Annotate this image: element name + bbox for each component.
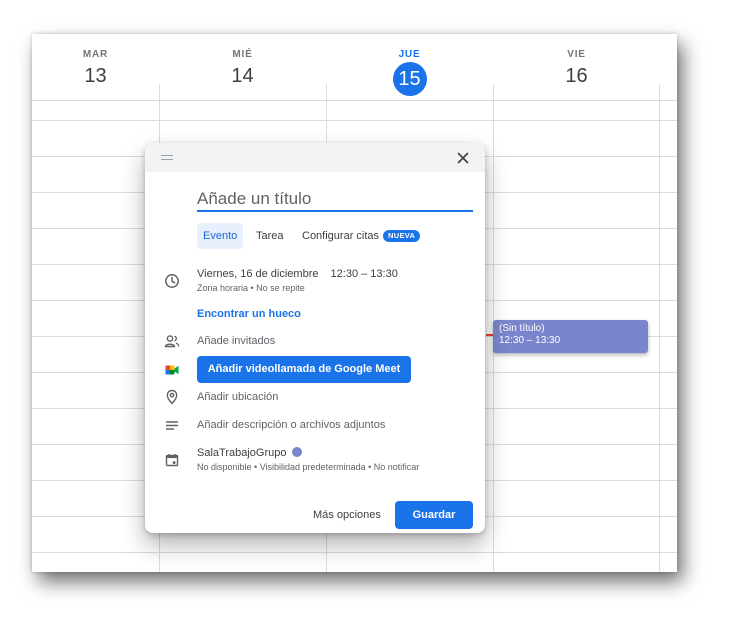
event-date[interactable]: Viernes, 16 de diciembre	[197, 268, 318, 280]
day-header-tue[interactable]: MAR 13	[32, 34, 159, 100]
day-number[interactable]: 14	[159, 64, 326, 88]
google-meet-icon	[165, 365, 179, 375]
day-name: MIÉ	[232, 49, 253, 60]
day-header-thu-today[interactable]: JUE 15	[326, 34, 493, 100]
add-location[interactable]: Añadir ubicación	[197, 391, 278, 403]
day-header-fri[interactable]: VIE 16	[493, 34, 660, 100]
grid-line	[32, 120, 677, 121]
tab-evento[interactable]: Evento	[197, 223, 244, 249]
new-badge: NUEVA	[383, 230, 421, 242]
availability-details[interactable]: No disponible • Visibilidad predetermina…	[197, 462, 419, 472]
day-number-today[interactable]: 15	[392, 62, 427, 96]
add-meet-button[interactable]: Añadir videollamada de Google Meet	[197, 356, 411, 383]
add-guests[interactable]: Añade invitados	[197, 335, 275, 347]
drag-handle-icon[interactable]	[161, 155, 173, 160]
tab-label: Configurar citas	[302, 230, 380, 242]
day-name: VIE	[567, 49, 586, 60]
dialog-header[interactable]	[145, 143, 485, 172]
event-title: (Sin título)	[499, 323, 545, 334]
day-number[interactable]: 13	[32, 64, 159, 88]
find-time-link[interactable]: Encontrar un hueco	[197, 308, 301, 320]
people-icon	[164, 335, 180, 348]
more-options-button[interactable]: Más opciones	[307, 501, 387, 529]
description-icon	[166, 421, 178, 430]
event-time-range[interactable]: 12:30 – 13:30	[331, 268, 398, 280]
event-time: 12:30 – 13:30	[499, 335, 561, 346]
day-number[interactable]: 16	[493, 64, 660, 88]
header-divider	[32, 100, 677, 101]
tab-configurar-citas[interactable]: Configurar citas NUEVA	[296, 223, 426, 249]
day-name: JUE	[398, 49, 421, 60]
event-quick-create-dialog: Evento Tarea Configurar citasNUEVA Viern…	[145, 143, 485, 533]
day-column-divider	[659, 84, 660, 572]
grid-line	[32, 552, 677, 553]
timezone-repeat-info[interactable]: Zona horaria • No se repite	[197, 283, 305, 293]
day-name: MAR	[82, 49, 109, 60]
close-icon[interactable]	[455, 150, 471, 166]
event-title-input[interactable]	[197, 188, 473, 212]
calendar-event[interactable]: (Sin título) 12:30 – 13:30	[493, 320, 648, 353]
day-header-wed[interactable]: MIÉ 14	[159, 34, 326, 100]
tab-tarea[interactable]: Tarea	[250, 223, 290, 249]
add-description[interactable]: Añadir descripción o archivos adjuntos	[197, 419, 385, 431]
event-datetime[interactable]: Viernes, 16 de diciembre 12:30 – 13:30	[197, 268, 398, 280]
location-pin-icon	[166, 389, 178, 405]
calendar-color-dot	[292, 447, 303, 457]
calendar-selector[interactable]: SalaTrabajoGrupo	[197, 447, 303, 459]
save-button[interactable]: Guardar	[395, 501, 473, 529]
clock-icon	[165, 274, 179, 288]
calendar-name: SalaTrabajoGrupo	[197, 447, 287, 459]
calendar-icon	[165, 454, 179, 467]
